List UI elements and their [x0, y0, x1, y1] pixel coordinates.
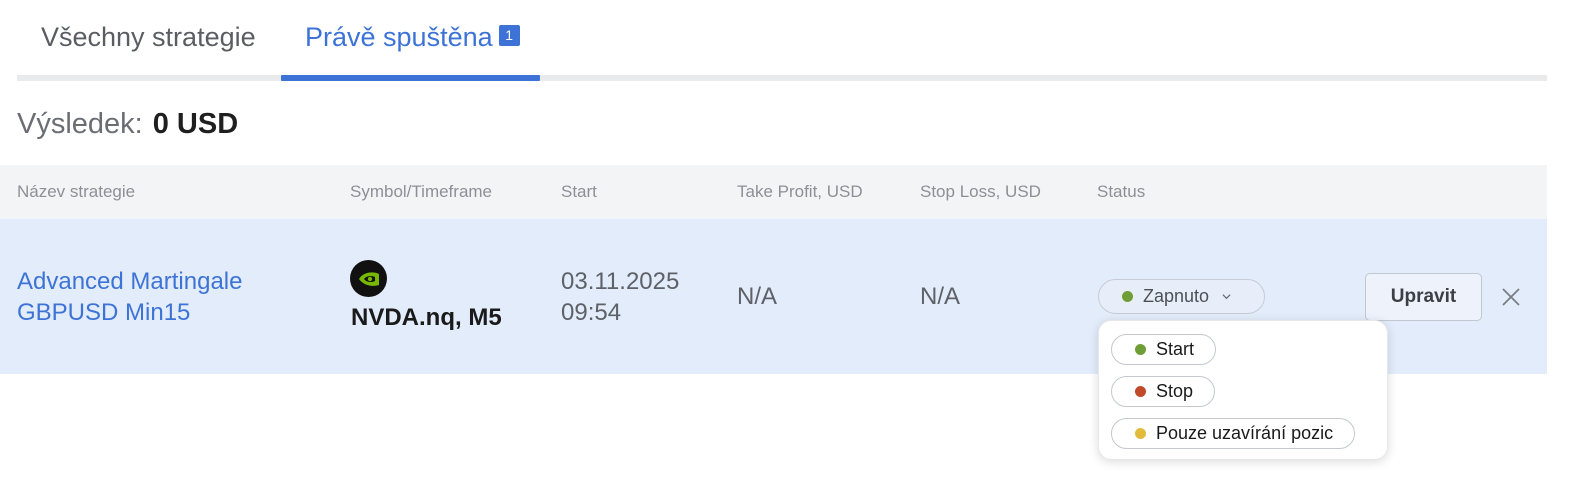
table-header: Název strategie Symbol/Timeframe Start T…	[0, 165, 1547, 219]
active-tab-indicator	[281, 75, 540, 81]
status-dropdown[interactable]: Zapnuto	[1098, 279, 1265, 314]
start-time: 09:54	[561, 299, 622, 326]
strategy-name-line2: GBPUSD Min15	[17, 299, 191, 326]
column-header-stop-loss: Stop Loss, USD	[920, 182, 1041, 201]
column-header-take-profit: Take Profit, USD	[737, 182, 863, 201]
tab-currently-running-label: Právě spuštěna	[305, 22, 493, 52]
status-option-stop-label: Stop	[1156, 381, 1194, 401]
status-option-close-only-dot	[1135, 428, 1146, 439]
column-header-status: Status	[1097, 182, 1146, 201]
status-option-start[interactable]: Start	[1111, 334, 1217, 365]
symbol-timeframe: NVDA.nq, M5	[351, 304, 502, 331]
tab-bar: Všechny strategie Právě spuštěna 1	[17, 0, 1547, 82]
status-option-start-dot	[1135, 344, 1146, 355]
strategy-name-line1: Advanced Martingale	[17, 268, 243, 295]
take-profit-value: N/A	[737, 283, 778, 310]
status-indicator-dot	[1122, 291, 1133, 302]
column-header-strategy-name: Název strategie	[17, 182, 136, 201]
status-option-stop[interactable]: Stop	[1111, 376, 1216, 407]
status-option-close-only-label: Pouze uzavírání pozic	[1156, 423, 1334, 443]
tab-currently-running[interactable]: Právě spuštěna 1	[305, 20, 520, 54]
tab-all-strategies-label: Všechny strategie	[41, 22, 256, 52]
status-label: Zapnuto	[1143, 286, 1210, 306]
column-header-symbol-timeframe: Symbol/Timeframe	[350, 182, 493, 201]
tab-all-strategies[interactable]: Všechny strategie	[41, 20, 256, 54]
start-datetime: 03.11.2025 09:54	[561, 266, 679, 328]
status-option-stop-dot	[1135, 386, 1146, 397]
strategy-name-link[interactable]: Advanced Martingale GBPUSD Min15	[17, 266, 242, 328]
status-option-close-only[interactable]: Pouze uzavírání pozic	[1111, 418, 1356, 449]
status-option-start-label: Start	[1156, 339, 1195, 359]
result-summary: Výsledek: 0 USD	[17, 106, 238, 142]
close-icon[interactable]	[1500, 286, 1522, 308]
result-value: 0 USD	[152, 108, 239, 140]
tab-count-badge: 1	[498, 25, 520, 46]
column-header-start: Start	[561, 182, 597, 201]
start-date: 03.11.2025	[561, 268, 680, 295]
result-label: Výsledek:	[17, 108, 143, 140]
chevron-down-icon	[1222, 294, 1231, 300]
stop-loss-value: N/A	[920, 283, 961, 310]
nvidia-logo-icon	[350, 260, 387, 297]
status-menu: Start Stop Pouze uzavírání pozic	[1098, 320, 1388, 460]
edit-button[interactable]: Upravit	[1365, 273, 1482, 321]
tab-track	[17, 75, 1547, 81]
